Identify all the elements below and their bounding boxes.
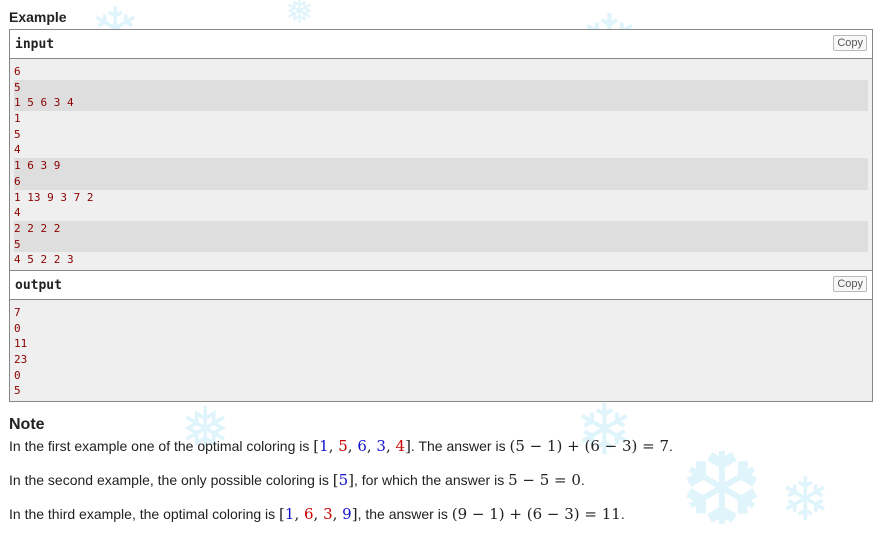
- output-header: output Copy: [10, 269, 872, 300]
- note-title: Note: [9, 416, 45, 434]
- input-line: 1 5 6 3 4: [14, 95, 868, 112]
- input-line: 5: [14, 236, 868, 253]
- answer-expression: (5 − 1) + (6 − 3) = 7: [509, 437, 670, 456]
- input-line: 6: [14, 65, 21, 78]
- input-line: 1 13 9 3 7 2: [14, 190, 94, 204]
- note-paragraph-1: In the first example one of the optimal …: [9, 437, 673, 456]
- output-line: 0: [14, 321, 21, 335]
- copy-output-button[interactable]: Copy: [833, 275, 867, 292]
- answer-expression: 5 − 5 = 0: [508, 471, 581, 490]
- output-line: 23: [14, 353, 28, 366]
- note-paragraph-2: In the second example, the only possible…: [9, 471, 585, 490]
- coloring-set: [1, 5, 6, 3, 4]: [313, 437, 411, 456]
- example-title: Example: [9, 9, 67, 25]
- input-line: 5: [14, 79, 868, 96]
- copy-input-button[interactable]: Copy: [833, 35, 867, 51]
- input-line: 1: [14, 112, 21, 126]
- input-header: input Copy: [10, 30, 872, 59]
- input-label: input: [15, 37, 55, 52]
- problem-content: Example input Copy 6 5 1 5 6 3 4 1 5 4 1…: [9, 0, 873, 524]
- output-line: 7: [14, 305, 21, 319]
- output-label: output: [15, 277, 62, 293]
- input-line: 5: [14, 127, 21, 141]
- coloring-set: [1, 6, 3, 9]: [279, 505, 358, 524]
- output-line: 11: [14, 337, 28, 351]
- input-line: 1 6 3 9: [14, 158, 868, 174]
- input-line: 6: [14, 173, 868, 190]
- input-line: 2 2 2 2: [14, 220, 868, 237]
- output-line: 0: [14, 368, 21, 382]
- answer-expression: (9 − 1) + (6 − 3) = 11: [451, 505, 621, 524]
- input-line: 4: [14, 143, 21, 157]
- input-line: 4: [14, 206, 21, 220]
- note-paragraph-3: In the third example, the optimal colori…: [9, 505, 625, 524]
- output-block: 7 0 11 23 0 5: [10, 299, 872, 402]
- input-block: 6 5 1 5 6 3 4 1 5 4 1 6 3 9 6 1 13 9 3 7…: [10, 59, 872, 270]
- output-line: 5: [14, 384, 21, 398]
- coloring-set: [5]: [332, 471, 355, 490]
- sample-test: input Copy 6 5 1 5 6 3 4 1 5 4 1 6 3 9 6…: [9, 29, 873, 403]
- input-line: 4 5 2 2 3: [14, 253, 74, 267]
